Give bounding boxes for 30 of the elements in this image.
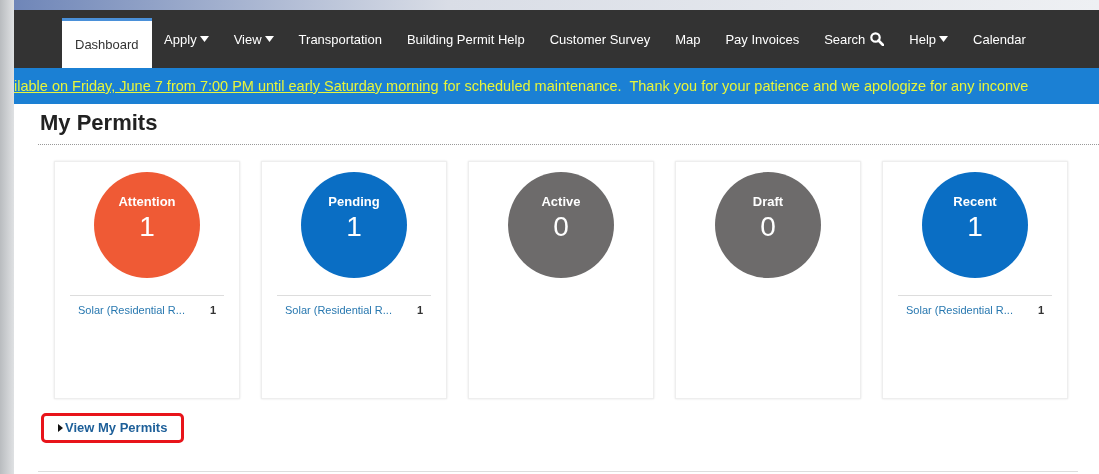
status-circle[interactable]: Active 0 [508,172,614,278]
search-icon [870,32,885,46]
page-heading: My Permits [38,110,1099,145]
nav-tab[interactable]: Search [811,10,897,68]
nav-tab[interactable]: Building Permit Help [394,10,538,68]
nav-tab[interactable]: Apply [151,10,222,68]
triangle-icon [58,423,63,432]
nav-tab[interactable]: Calendar [960,10,1039,68]
caret-icon [939,36,949,42]
nav-tab[interactable]: Dashboard [62,18,152,68]
permit-count: 1 [209,304,216,316]
status-circle[interactable]: Recent 1 [922,172,1028,278]
permit-count: 1 [416,304,423,316]
nav-tab[interactable]: Map [662,10,713,68]
view-permits-link[interactable]: View My Permits [58,420,168,435]
permit-type-link[interactable]: Solar (Residential R... [285,304,392,316]
permit-count: 1 [1037,304,1044,316]
status-circle[interactable]: Pending 1 [301,172,407,278]
permit-type-link[interactable]: Solar (Residential R... [906,304,1013,316]
nav-tab[interactable]: Help [896,10,961,68]
caret-icon [199,36,209,42]
nav-tab[interactable]: Customer Survey [537,10,663,68]
nav-tab[interactable]: Transportation [286,10,395,68]
banner-link[interactable]: ilable on Friday, June 7 from 7:00 PM until early Saturday morning [14,78,439,94]
permit-type-link[interactable]: Solar (Residential R... [78,304,185,316]
banner-text: for scheduled maintenance. Thank you for your patience and we apologize for any inconve [443,78,1029,94]
nav-tab[interactable]: Pay Invoices [712,10,812,68]
status-circle[interactable]: Draft 0 [715,172,821,278]
nav-tab[interactable]: View [221,10,287,68]
caret-icon [264,36,274,42]
